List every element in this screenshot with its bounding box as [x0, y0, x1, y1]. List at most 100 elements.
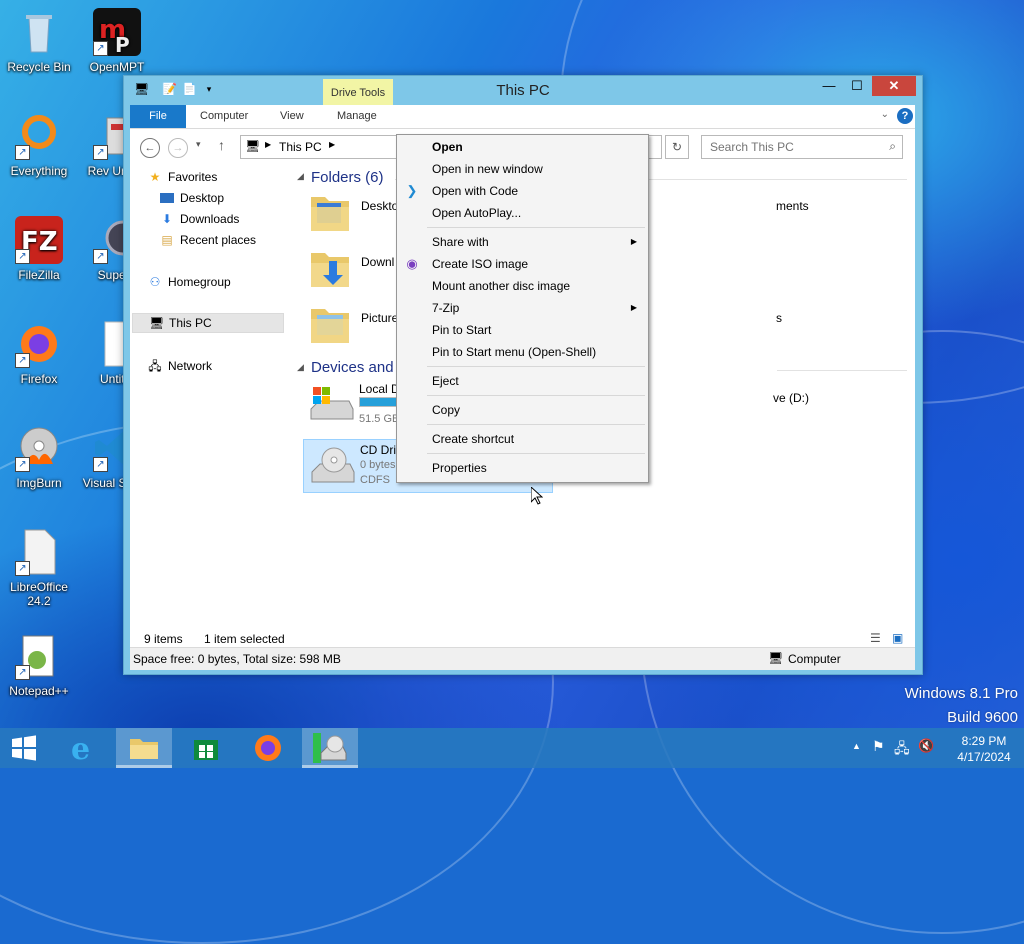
- nav-label: Homegroup: [168, 275, 231, 289]
- details-view-icon[interactable]: ☰: [870, 631, 881, 645]
- menu-item-label: Copy: [432, 403, 461, 417]
- menu-item-label: Open with Code: [432, 184, 519, 198]
- desktop-icon-imgburn[interactable]: ↗ ImgBurn: [1, 424, 77, 490]
- clock-time[interactable]: 8:29 PM: [952, 734, 1016, 748]
- breadcrumb-separator-icon: ▶: [265, 140, 272, 149]
- menu-item-eject[interactable]: Eject: [398, 370, 647, 392]
- desktop-icon-label: ImgBurn: [16, 476, 62, 490]
- menu-item-share-with[interactable]: Share with ▶: [398, 231, 647, 253]
- search-input[interactable]: [708, 139, 882, 155]
- back-button[interactable]: ←: [140, 138, 160, 158]
- menu-item-open-new-window[interactable]: Open in new window: [398, 158, 647, 180]
- nav-downloads[interactable]: ⬇ Downloads: [160, 209, 239, 229]
- tab-computer[interactable]: Computer: [200, 105, 248, 128]
- desktop-icon-notepadpp[interactable]: ↗ Notepad++: [1, 632, 77, 698]
- forward-button[interactable]: →: [168, 138, 188, 158]
- taskbar-store[interactable]: [178, 728, 234, 768]
- desktop-icon-label: Everything: [10, 164, 68, 178]
- computer-icon: 🖥: [245, 139, 261, 153]
- tiles-view-icon[interactable]: ▣: [892, 631, 903, 645]
- menu-item-open-with-code[interactable]: ❯ Open with Code: [398, 180, 647, 202]
- search-icon: ⌕: [889, 139, 896, 153]
- recent-locations-icon[interactable]: ▾: [196, 139, 201, 150]
- tab-view[interactable]: View: [280, 105, 304, 128]
- window-title: This PC: [496, 82, 550, 99]
- recycle-bin-icon: [15, 8, 63, 56]
- nav-homegroup[interactable]: ⚇ Homegroup: [148, 272, 231, 292]
- desktop-icon-label: Recycle Bin: [7, 60, 71, 74]
- minimize-button[interactable]: —: [816, 76, 842, 96]
- desktop-icon-recycle-bin[interactable]: Recycle Bin: [1, 8, 77, 74]
- svg-text:P: P: [115, 33, 130, 56]
- svg-text:e: e: [71, 733, 90, 763]
- nav-network[interactable]: 🖧 Network: [148, 356, 212, 376]
- windows-watermark-build: Build 9600: [947, 709, 1018, 726]
- menu-item-create-shortcut[interactable]: Create shortcut: [398, 428, 647, 450]
- menu-item-open[interactable]: Open: [398, 136, 647, 158]
- nav-favorites[interactable]: ★ Favorites: [148, 167, 218, 187]
- menu-item-pin-to-start[interactable]: Pin to Start: [398, 319, 647, 341]
- network-icon: 🖧: [148, 359, 162, 373]
- up-button[interactable]: ↑: [218, 137, 225, 153]
- desktop-icon-openmpt[interactable]: mP ↗ OpenMPT: [79, 8, 155, 74]
- firefox-icon: ↗: [15, 320, 63, 368]
- cd-drive-icon: [313, 733, 347, 763]
- search-box[interactable]: ⌕: [701, 135, 903, 159]
- taskbar-firefox[interactable]: [240, 728, 296, 768]
- refresh-button[interactable]: ↻: [665, 135, 689, 159]
- desktop-icon-label: Notepad++: [9, 684, 69, 698]
- menu-item-7zip[interactable]: 7-Zip ▶: [398, 297, 647, 319]
- desktop-icon-label: Firefox: [20, 372, 58, 386]
- menu-item-create-iso[interactable]: ◉ Create ISO image: [398, 253, 647, 275]
- volume-muted-icon[interactable]: 🔇: [918, 738, 934, 754]
- nav-desktop[interactable]: Desktop: [160, 188, 224, 208]
- menu-item-label: Pin to Start: [432, 323, 492, 337]
- flag-icon[interactable]: ⚑: [872, 738, 885, 755]
- folder-name: Picture: [361, 311, 399, 325]
- menu-item-open-autoplay[interactable]: Open AutoPlay...: [398, 202, 647, 224]
- breadcrumb-this-pc[interactable]: This PC: [279, 140, 322, 154]
- imgburn-icon: ◉: [406, 256, 418, 271]
- help-button[interactable]: ?: [897, 108, 913, 124]
- shortcut-arrow-icon: ↗: [93, 249, 108, 264]
- menu-item-label: Open: [432, 140, 463, 154]
- clock-date[interactable]: 4/17/2024: [948, 750, 1020, 764]
- tab-manage[interactable]: Manage: [337, 105, 377, 128]
- taskbar-cd-drive[interactable]: [302, 728, 358, 768]
- shortcut-arrow-icon: ↗: [15, 561, 30, 576]
- collapse-chevron-icon[interactable]: ◢: [297, 171, 304, 182]
- nav-recent-places[interactable]: ▤ Recent places: [160, 230, 256, 250]
- menu-item-mount-disc-image[interactable]: Mount another disc image: [398, 275, 647, 297]
- shortcut-arrow-icon: ↗: [15, 457, 30, 472]
- shortcut-arrow-icon: ↗: [93, 145, 108, 160]
- menu-item-copy[interactable]: Copy: [398, 399, 647, 421]
- folders-group-header[interactable]: Folders (6): [311, 169, 384, 186]
- menu-item-properties[interactable]: Properties: [398, 457, 647, 479]
- title-bar[interactable]: 🖥 📝 📄 ▾ Drive Tools This PC — ☐ ✕: [124, 76, 922, 107]
- computer-icon: 🖥: [149, 316, 165, 330]
- collapse-chevron-icon[interactable]: ◢: [297, 362, 304, 373]
- taskbar-file-explorer[interactable]: [116, 728, 172, 768]
- desktop-icon-filezilla[interactable]: FZ ↗ FileZilla: [1, 216, 77, 282]
- system-tray: ▲ ⚑ 🖧 🔇 8:29 PM 4/17/2024: [844, 728, 1024, 768]
- menu-item-label: Create ISO image: [432, 257, 529, 271]
- start-button[interactable]: [0, 728, 48, 768]
- maximize-button[interactable]: ☐: [844, 76, 870, 96]
- devices-group-header[interactable]: Devices and: [311, 359, 394, 376]
- close-button[interactable]: ✕: [872, 76, 916, 96]
- desktop-icon-libreoffice[interactable]: ↗ LibreOffice 24.2: [1, 528, 77, 608]
- recent-places-icon: ▤: [161, 233, 173, 247]
- menu-separator: [427, 227, 645, 228]
- tab-file[interactable]: File: [130, 105, 186, 128]
- network-icon[interactable]: 🖧: [894, 738, 910, 762]
- nav-label: Desktop: [180, 191, 225, 205]
- nav-this-pc[interactable]: 🖥 This PC: [132, 313, 284, 333]
- ribbon-expand-icon[interactable]: ⌄: [881, 109, 889, 120]
- menu-separator: [427, 395, 645, 396]
- menu-item-label: Create shortcut: [432, 432, 515, 446]
- desktop-icon-everything[interactable]: ↗ Everything: [1, 112, 77, 178]
- menu-item-pin-to-start-menu[interactable]: Pin to Start menu (Open-Shell): [398, 341, 647, 363]
- taskbar-ie[interactable]: e: [54, 728, 110, 768]
- desktop-icon-firefox[interactable]: ↗ Firefox: [1, 320, 77, 386]
- chevron-up-icon[interactable]: ▲: [852, 741, 861, 751]
